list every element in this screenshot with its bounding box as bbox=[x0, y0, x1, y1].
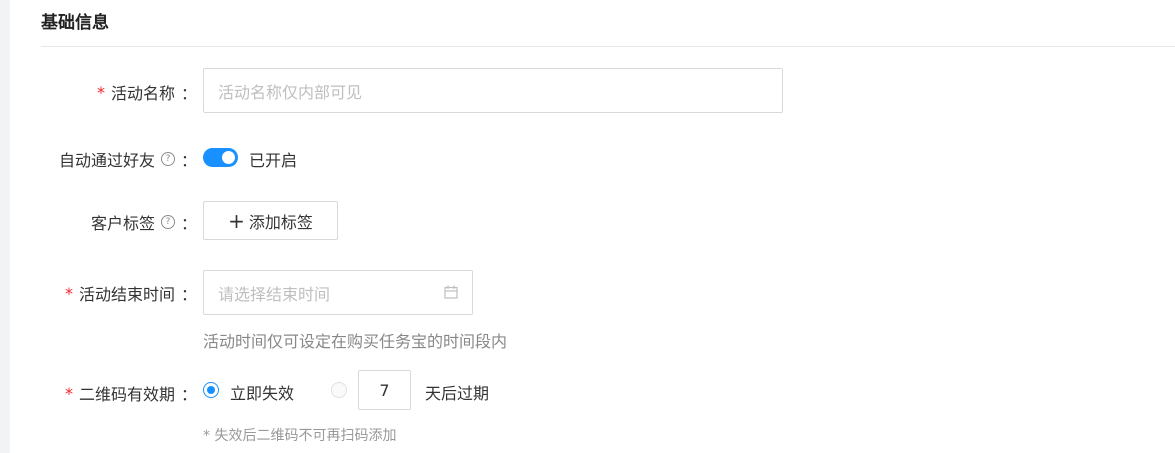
add-tag-button[interactable]: + 添加标签 bbox=[203, 201, 338, 240]
required-mark: * bbox=[64, 283, 73, 303]
activity-name-label: * 活动名称 ： bbox=[97, 80, 197, 104]
label-colon: ： bbox=[180, 214, 197, 233]
label-colon: ： bbox=[180, 285, 197, 304]
radio-immediate[interactable] bbox=[203, 382, 219, 398]
calendar-icon bbox=[444, 285, 458, 299]
auto-accept-status: 已开启 bbox=[249, 151, 298, 170]
section-title: 基础信息 bbox=[41, 13, 109, 33]
plus-icon: + bbox=[228, 208, 245, 233]
radio-days[interactable] bbox=[331, 382, 347, 398]
label-colon: ： bbox=[180, 84, 197, 103]
activity-name-input[interactable]: 活动名称仅内部可见 bbox=[203, 68, 783, 113]
section-divider bbox=[41, 46, 1175, 47]
customer-tags-label: 客户标签 ? ： bbox=[91, 210, 197, 234]
qr-validity-hint: * 失效后二维码不可再扫码添加 bbox=[203, 428, 397, 444]
days-input[interactable]: 7 bbox=[358, 370, 411, 410]
end-time-placeholder: 请选择结束时间 bbox=[218, 284, 331, 304]
question-help-icon[interactable]: ? bbox=[160, 215, 175, 229]
required-mark: * bbox=[96, 82, 105, 102]
end-time-hint: 活动时间仅可设定在购买任务宝的时间段内 bbox=[203, 332, 508, 351]
qr-validity-label-text: 二维码有效期 bbox=[78, 385, 175, 404]
days-value: 7 bbox=[379, 380, 390, 400]
qr-validity-label: * 二维码有效期 ： bbox=[65, 381, 197, 405]
label-colon: ： bbox=[180, 385, 197, 404]
auto-accept-toggle[interactable] bbox=[203, 148, 238, 167]
required-mark: * bbox=[64, 383, 73, 403]
label-colon: ： bbox=[180, 151, 197, 170]
end-time-picker[interactable]: 请选择结束时间 bbox=[203, 270, 473, 315]
activity-name-label-text: 活动名称 bbox=[110, 84, 175, 103]
auto-accept-label-text: 自动通过好友 bbox=[58, 151, 155, 170]
auto-accept-label: 自动通过好友 ? ： bbox=[59, 147, 197, 171]
customer-tags-label-text: 客户标签 bbox=[90, 214, 155, 233]
add-tag-button-label: 添加标签 bbox=[248, 212, 313, 232]
radio-immediate-label[interactable]: 立即失效 bbox=[230, 380, 294, 404]
days-suffix-label: 天后过期 bbox=[425, 384, 490, 403]
end-time-label: * 活动结束时间 ： bbox=[65, 281, 197, 305]
toggle-knob bbox=[222, 151, 235, 164]
question-help-icon[interactable]: ? bbox=[160, 152, 175, 166]
activity-name-placeholder: 活动名称仅内部可见 bbox=[218, 82, 363, 102]
left-sidebar-strip bbox=[0, 0, 10, 453]
end-time-label-text: 活动结束时间 bbox=[78, 285, 175, 304]
